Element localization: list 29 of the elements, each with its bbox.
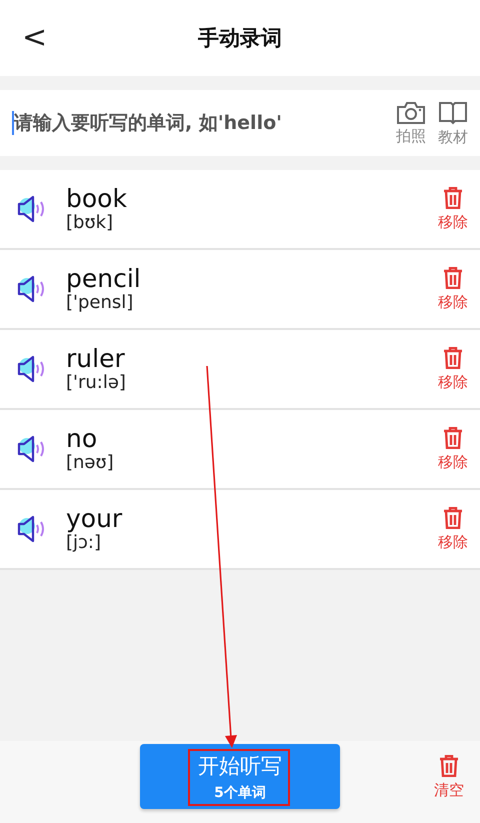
phonetic-text: [jɔ:] <box>66 532 101 554</box>
remove-button[interactable]: 移除 <box>438 426 468 472</box>
remove-button[interactable]: 移除 <box>438 346 468 392</box>
back-button[interactable]: < <box>22 20 48 55</box>
word-text: no <box>66 424 98 452</box>
phonetic-text: [bʊk] <box>66 212 114 234</box>
camera-icon <box>396 100 426 124</box>
start-dictation-button[interactable]: 开始听写 5个单词 <box>140 744 340 809</box>
phonetic-text: ['pensl] <box>66 292 134 314</box>
trash-icon <box>443 426 463 448</box>
clear-button[interactable]: 清空 <box>434 755 464 800</box>
remove-button[interactable]: 移除 <box>438 186 468 232</box>
phonetic-text: ['ru:lə] <box>66 372 127 394</box>
remove-button[interactable]: 移除 <box>438 266 468 312</box>
phonetic-text: [nəʊ] <box>66 452 115 474</box>
trash-icon <box>443 186 463 208</box>
trash-icon <box>443 506 463 528</box>
word-text: ruler <box>66 344 126 372</box>
book-icon <box>438 100 468 126</box>
page-title: 手动录词 <box>198 25 282 52</box>
word-text: pencil <box>66 264 142 292</box>
photo-button[interactable]: 拍照 <box>392 100 430 146</box>
word-text: your <box>66 504 124 532</box>
word-text: book <box>66 184 128 212</box>
remove-button[interactable]: 移除 <box>438 506 468 552</box>
textbook-button[interactable]: 教材 <box>434 100 472 146</box>
trash-icon <box>439 755 459 777</box>
trash-icon <box>443 266 463 288</box>
trash-icon <box>443 346 463 368</box>
